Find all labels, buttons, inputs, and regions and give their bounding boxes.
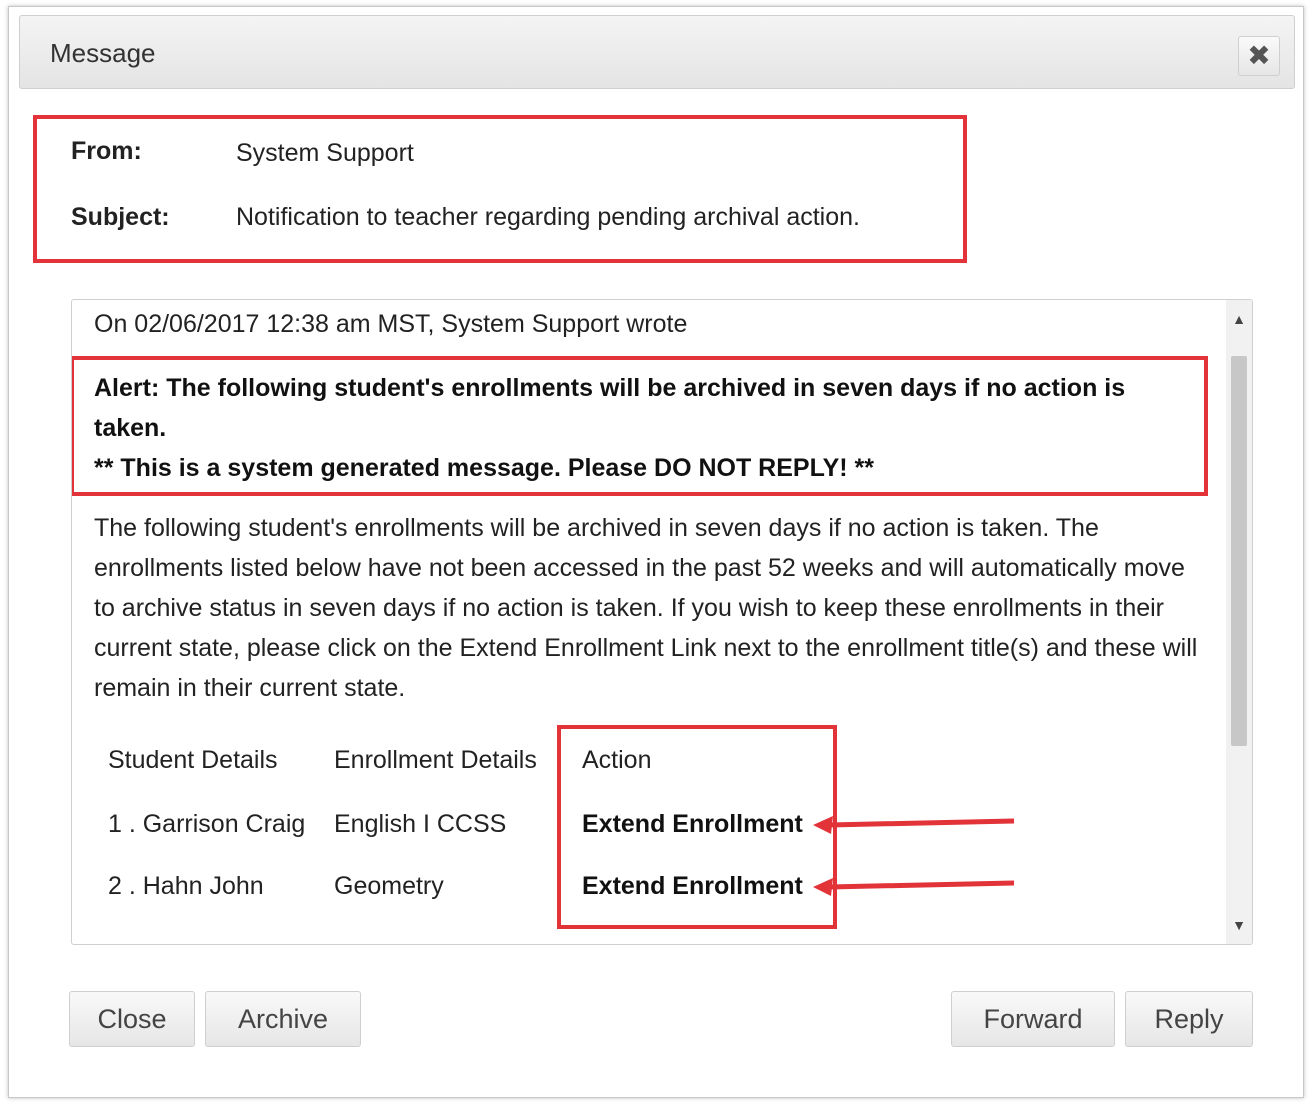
dialog-title: Message	[50, 38, 156, 68]
row-student: 1 . Garrison Craig	[108, 810, 306, 838]
row-enrollment: Geometry	[334, 872, 444, 900]
scroll-down-icon[interactable]: ▼	[1226, 912, 1252, 938]
header-highlight-box	[33, 115, 967, 263]
arrow-icon	[813, 816, 1015, 834]
annotation-arrows	[813, 816, 1015, 896]
close-icon[interactable]: ✖	[1238, 36, 1280, 76]
arrow-icon	[813, 878, 1015, 896]
from-value: System Support	[236, 139, 414, 167]
alert-text: Alert: The following student's enrollmen…	[94, 368, 1204, 488]
message-dialog: Message ✖ From: System Support Subject: …	[8, 6, 1304, 1098]
forward-button[interactable]: Forward	[951, 991, 1115, 1047]
close-button[interactable]: Close	[69, 991, 195, 1047]
subject-value: Notification to teacher regarding pendin…	[236, 203, 860, 231]
no-reply-line: ** This is a system generated message. P…	[94, 454, 874, 482]
col-header-student: Student Details	[108, 746, 278, 774]
row-student: 2 . Hahn John	[108, 872, 264, 900]
from-label: From:	[71, 137, 142, 165]
scroll-up-icon[interactable]: ▲	[1226, 306, 1252, 332]
row-enrollment: English I CCSS	[334, 810, 507, 838]
subject-label: Subject:	[71, 203, 170, 231]
vertical-scrollbar[interactable]: ▲ ▼	[1226, 300, 1252, 944]
wrote-line: On 02/06/2017 12:38 am MST, System Suppo…	[94, 310, 688, 338]
col-header-enrollment: Enrollment Details	[334, 746, 537, 774]
alert-line: Alert: The following student's enrollmen…	[94, 374, 1126, 442]
reply-button[interactable]: Reply	[1125, 991, 1253, 1047]
message-paragraph: The following student's enrollments will…	[94, 514, 1198, 702]
message-body-pane[interactable]: On 02/06/2017 12:38 am MST, System Suppo…	[71, 299, 1253, 945]
archive-button[interactable]: Archive	[205, 991, 361, 1047]
action-highlight-box	[557, 725, 837, 929]
scroll-thumb[interactable]	[1231, 356, 1247, 746]
dialog-titlebar: Message ✖	[19, 15, 1295, 89]
